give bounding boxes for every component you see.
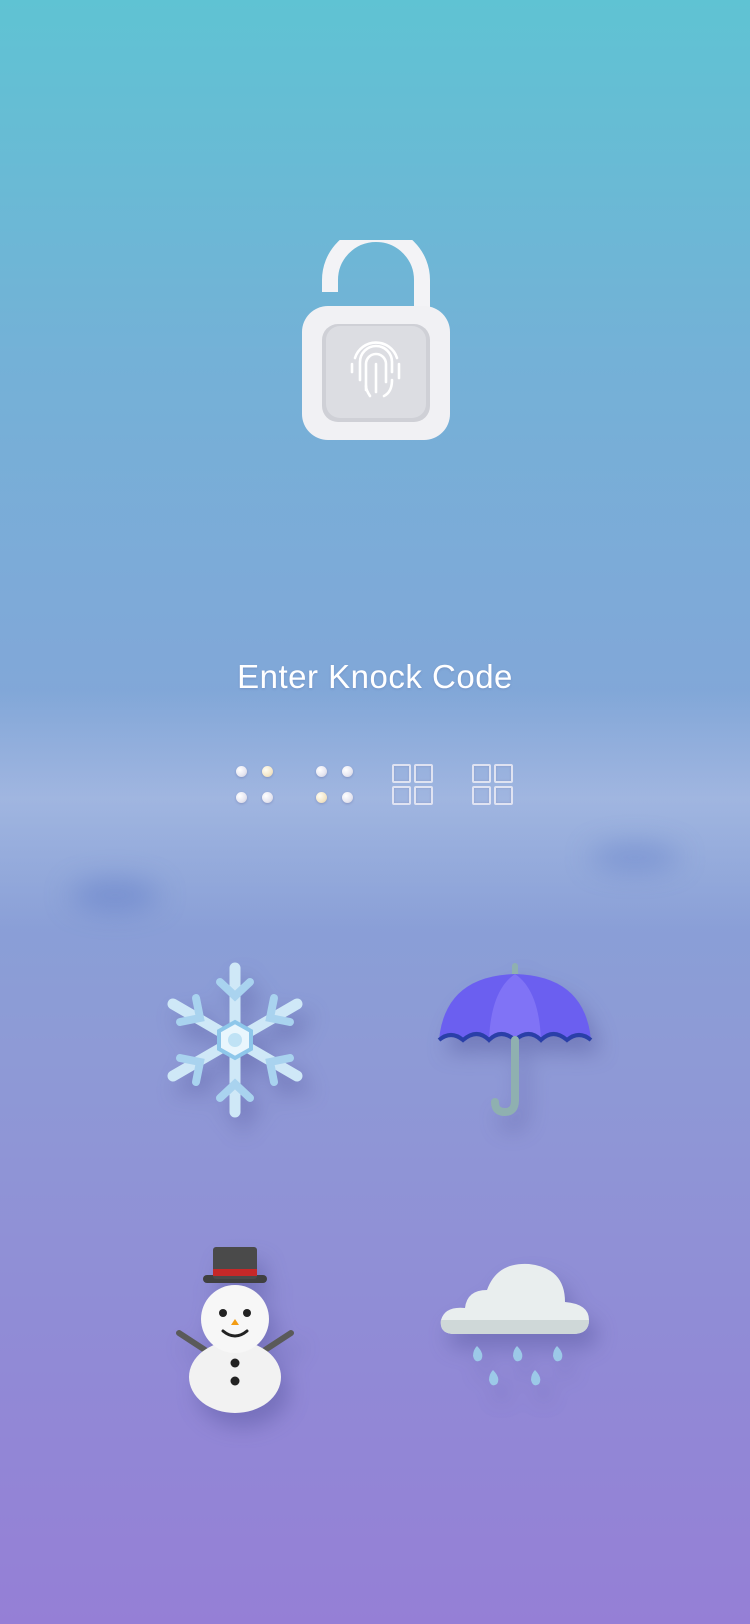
knock-code-progress xyxy=(232,762,522,812)
progress-dot xyxy=(262,766,273,777)
knock-button-snowman[interactable] xyxy=(145,1240,325,1420)
grid-icon xyxy=(472,764,516,808)
knock-button-snowflake[interactable] xyxy=(145,950,325,1130)
page-title: Enter Knock Code xyxy=(237,658,513,695)
progress-dot xyxy=(316,792,327,803)
grid-icon xyxy=(392,764,436,808)
knock-button-rain-cloud[interactable] xyxy=(425,1240,605,1420)
background-cloud xyxy=(590,845,680,869)
rain-cloud-icon xyxy=(440,1263,589,1386)
background-cloud xyxy=(70,880,160,910)
knock-dots-icon xyxy=(312,762,360,810)
progress-dot xyxy=(262,792,273,803)
progress-dot xyxy=(236,766,247,777)
progress-dot xyxy=(316,766,327,777)
umbrella-icon xyxy=(437,963,593,1117)
progress-dot xyxy=(236,792,247,803)
unlocked-padlock-fingerprint-icon xyxy=(300,240,452,445)
snowman-icon xyxy=(176,1247,294,1413)
knock-button-umbrella[interactable] xyxy=(425,950,605,1130)
progress-dot xyxy=(342,792,353,803)
knock-dots-icon xyxy=(232,762,280,810)
progress-dot xyxy=(342,766,353,777)
snowflake-icon xyxy=(167,962,303,1118)
